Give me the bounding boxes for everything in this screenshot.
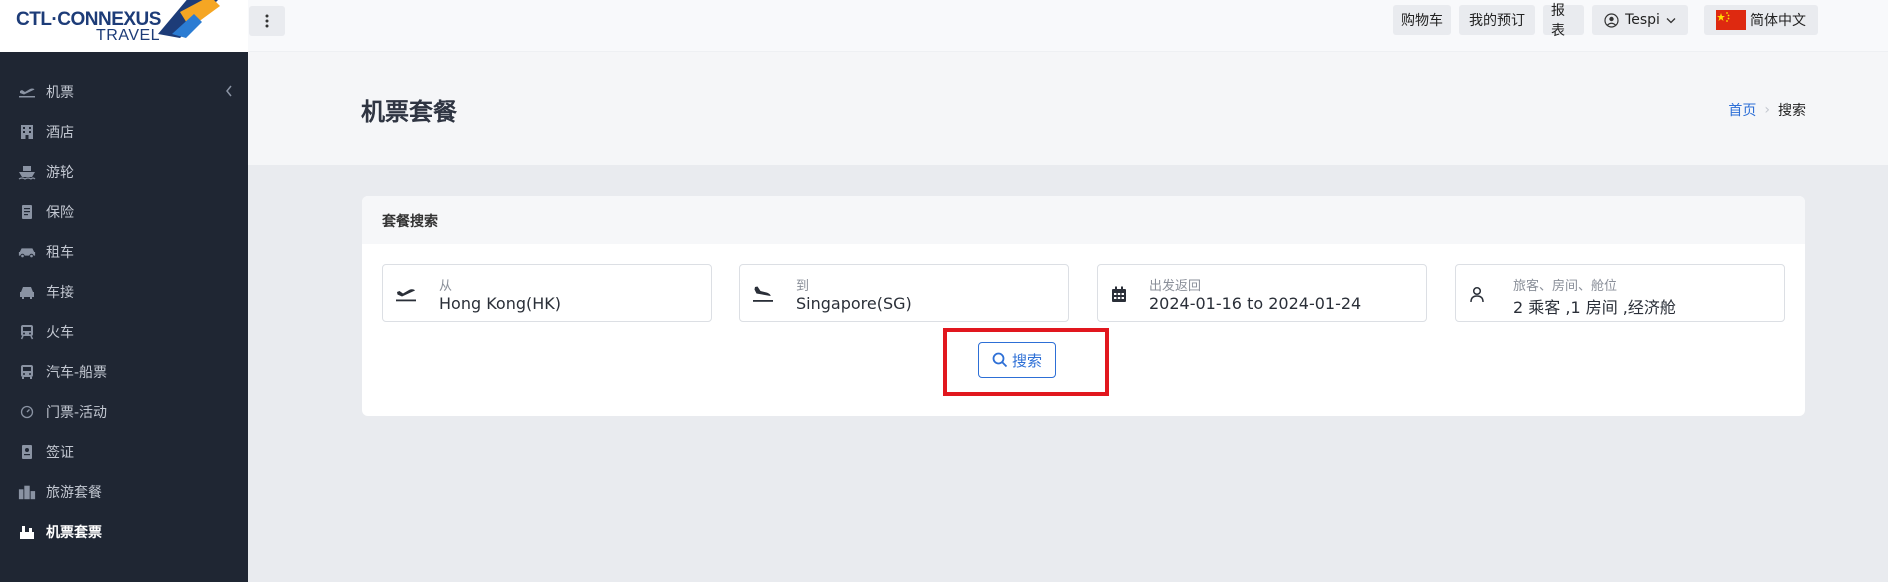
from-label: 从: [439, 279, 453, 294]
travelers-label: 旅客、房间、舱位: [1513, 279, 1618, 294]
search-highlight-box: [943, 328, 1109, 396]
sidebar-item-label: 汽车-船票: [46, 365, 108, 381]
sidebar-item-visa[interactable]: 签证: [0, 432, 248, 472]
my-bookings-button[interactable]: 我的预订: [1459, 5, 1535, 35]
passport-icon: [18, 443, 36, 461]
sidebar: CTL·CONNEXUS TRAVEL 机票 酒店 游轮 保险 租车 车接 火车…: [0, 0, 248, 582]
page-header: 机票套餐 首页 › 搜索: [248, 52, 1888, 165]
sidebar-item-label: 机票套票: [46, 525, 102, 541]
sidebar-item-hotel[interactable]: 酒店: [0, 112, 248, 152]
user-menu-button[interactable]: Tespi: [1592, 5, 1688, 35]
sidebar-item-label: 保险: [46, 205, 74, 221]
kebab-icon: [265, 14, 269, 28]
sidebar-item-label: 租车: [46, 245, 74, 261]
sidebar-item-label: 旅游套餐: [46, 485, 102, 501]
document-icon: [18, 203, 36, 221]
to-value: Singapore(SG): [796, 294, 912, 313]
sidebar-item-tickets[interactable]: 门票-活动: [0, 392, 248, 432]
to-label: 到: [796, 279, 810, 294]
ticket-icon: [18, 403, 36, 421]
china-flag-icon: [1716, 10, 1746, 30]
reports-button[interactable]: 报表: [1543, 3, 1584, 39]
travelers-field[interactable]: 旅客、房间、舱位 2 乘客 ,1 房间 ,经济舱: [1455, 264, 1785, 322]
sidebar-item-label: 酒店: [46, 125, 74, 141]
more-menu-button[interactable]: [249, 6, 285, 36]
sidebar-item-label: 车接: [46, 285, 74, 301]
card-header: 套餐搜索: [362, 196, 1805, 244]
ship-icon: [18, 163, 36, 181]
page-title: 机票套餐: [361, 98, 457, 126]
user-circle-icon: [1604, 12, 1619, 28]
person-icon: [1466, 283, 1488, 305]
sidebar-item-cruise[interactable]: 游轮: [0, 152, 248, 192]
calendar-icon: [1108, 283, 1130, 305]
from-field[interactable]: 从 Hong Kong(HK): [382, 264, 712, 322]
from-value: Hong Kong(HK): [439, 294, 561, 313]
cart-button[interactable]: 购物车: [1393, 5, 1451, 35]
card-title: 套餐搜索: [382, 214, 438, 230]
sidebar-item-label: 火车: [46, 325, 74, 341]
package-icon: [18, 523, 36, 541]
language-label: 简体中文: [1750, 13, 1806, 29]
sidebar-item-transfer[interactable]: 车接: [0, 272, 248, 312]
chevron-down-icon: [1666, 17, 1676, 23]
sidebar-menu: 机票 酒店 游轮 保险 租车 车接 火车 汽车-船票 门票-活动 签证 旅游套餐…: [0, 72, 248, 552]
to-field[interactable]: 到 Singapore(SG): [739, 264, 1069, 322]
breadcrumb-separator-icon: ›: [1764, 102, 1770, 118]
sidebar-item-label: 门票-活动: [46, 405, 108, 421]
brand-logo[interactable]: CTL·CONNEXUS TRAVEL: [0, 0, 248, 52]
language-selector[interactable]: 简体中文: [1704, 5, 1818, 35]
chevron-left-icon[interactable]: [224, 84, 234, 98]
car-pickup-icon: [18, 283, 36, 301]
sidebar-item-label: 游轮: [46, 165, 74, 181]
breadcrumb-home-link[interactable]: 首页: [1728, 100, 1756, 120]
plane-takeoff-icon: [18, 83, 36, 101]
train-icon: [18, 323, 36, 341]
hotel-icon: [18, 123, 36, 141]
sidebar-item-flight-package[interactable]: 机票套票: [0, 512, 248, 552]
sidebar-item-tour-package[interactable]: 旅游套餐: [0, 472, 248, 512]
sidebar-item-flights[interactable]: 机票: [0, 72, 248, 112]
plane-departure-icon: [395, 283, 417, 305]
sidebar-item-car-rental[interactable]: 租车: [0, 232, 248, 272]
sidebar-item-bus-ferry[interactable]: 汽车-船票: [0, 352, 248, 392]
dates-value: 2024-01-16 to 2024-01-24: [1149, 294, 1362, 313]
sidebar-item-insurance[interactable]: 保险: [0, 192, 248, 232]
dates-field[interactable]: 出发返回 2024-01-16 to 2024-01-24: [1097, 264, 1427, 322]
car-icon: [18, 243, 36, 261]
dates-label: 出发返回: [1149, 279, 1202, 294]
plane-arrival-icon: [752, 283, 774, 305]
travelers-value: 2 乘客 ,1 房间 ,经济舱: [1513, 298, 1676, 317]
logo-text-sub: TRAVEL: [96, 27, 161, 44]
breadcrumb: 首页 › 搜索: [1728, 100, 1806, 120]
sidebar-item-label: 机票: [46, 85, 74, 101]
city-icon: [18, 483, 36, 501]
sidebar-item-label: 签证: [46, 445, 74, 461]
breadcrumb-current: 搜索: [1778, 103, 1806, 119]
bus-icon: [18, 363, 36, 381]
user-name: Tespi: [1625, 12, 1660, 28]
sidebar-item-train[interactable]: 火车: [0, 312, 248, 352]
top-bar: 购物车 我的预订 报表 Tespi 简体中文: [248, 0, 1888, 52]
